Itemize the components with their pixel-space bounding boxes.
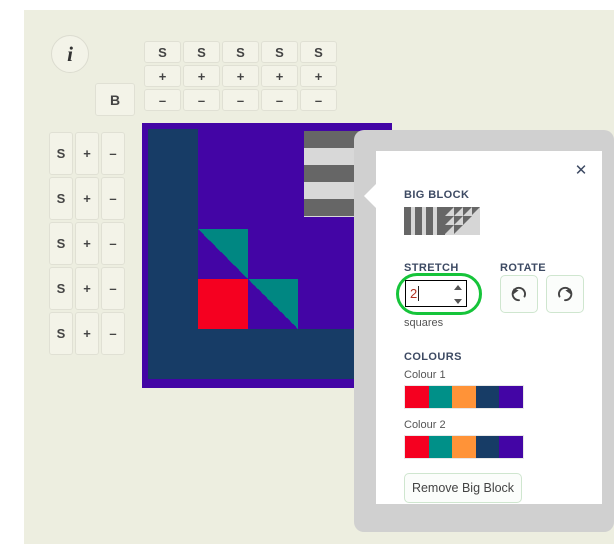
row-add-button-4[interactable]: + — [75, 312, 99, 355]
column-remove-button-0[interactable]: – — [144, 89, 181, 111]
grid-cell[interactable] — [248, 329, 298, 379]
stretch-input-value: 2 — [410, 286, 418, 301]
column-add-button-2[interactable]: + — [222, 65, 259, 87]
column-control-group-3: S + – — [261, 41, 298, 111]
column-select-button-1[interactable]: S — [183, 41, 220, 63]
column-control-group-4: S + – — [300, 41, 337, 111]
column-control-group-0: S + – — [144, 41, 181, 111]
column-select-button-4[interactable]: S — [300, 41, 337, 63]
colour2-swatches[interactable] — [404, 435, 524, 459]
close-icon[interactable]: ✕ — [572, 161, 590, 179]
column-select-button-2[interactable]: S — [222, 41, 259, 63]
grid-cell[interactable] — [148, 279, 198, 329]
pattern-grid[interactable] — [148, 129, 398, 382]
column-add-button-0[interactable]: + — [144, 65, 181, 87]
remove-big-block-label: Remove Big Block — [411, 481, 515, 495]
spinner-down-icon[interactable] — [453, 299, 462, 304]
row-remove-button-4[interactable]: – — [101, 312, 125, 355]
row-select-button-2[interactable]: S — [49, 222, 73, 265]
column-select-button-0[interactable]: S — [144, 41, 181, 63]
column-remove-button-1[interactable]: – — [183, 89, 220, 111]
colour1-label: Colour 1 — [404, 369, 446, 381]
colour1-swatch-0[interactable] — [405, 386, 429, 408]
row-add-button-1[interactable]: + — [75, 177, 99, 220]
colour2-swatch-2[interactable] — [452, 436, 476, 458]
big-block-button-label: B — [109, 91, 121, 108]
add-big-block-button[interactable]: B — [95, 83, 135, 116]
grid-cell[interactable] — [198, 279, 248, 329]
row-select-button-3[interactable]: S — [49, 267, 73, 310]
column-add-button-4[interactable]: + — [300, 65, 337, 87]
spinner-up-icon[interactable] — [453, 285, 462, 290]
row-add-button-0[interactable]: + — [75, 132, 99, 175]
row-select-button-0[interactable]: S — [49, 132, 73, 175]
colour1-swatches[interactable] — [404, 385, 524, 409]
column-remove-button-4[interactable]: – — [300, 89, 337, 111]
grid-cell-triangle[interactable] — [248, 279, 298, 329]
colours-section-title: COLOURS — [404, 351, 462, 363]
row-add-button-2[interactable]: + — [75, 222, 99, 265]
colour1-swatch-1[interactable] — [428, 386, 453, 408]
column-controls: S + – S + – S + – S + – S + – — [144, 41, 337, 111]
colour2-swatch-0[interactable] — [405, 436, 429, 458]
row-control-group-1: S + – — [49, 177, 125, 220]
column-add-button-1[interactable]: + — [183, 65, 220, 87]
colour2-swatch-3[interactable] — [475, 436, 500, 458]
rotate-clockwise-button[interactable] — [546, 275, 584, 313]
row-add-button-3[interactable]: + — [75, 267, 99, 310]
column-control-group-1: S + – — [183, 41, 220, 111]
column-remove-button-2[interactable]: – — [222, 89, 259, 111]
grid-cell[interactable] — [148, 229, 198, 279]
grid-cell[interactable] — [148, 179, 198, 229]
row-control-group-4: S + – — [49, 312, 125, 355]
colour1-swatch-3[interactable] — [475, 386, 500, 408]
row-select-button-1[interactable]: S — [49, 177, 73, 220]
info-icon: i — [67, 41, 73, 66]
row-control-group-0: S + – — [49, 132, 125, 175]
stretch-spinner[interactable] — [453, 285, 462, 304]
colour2-swatch-1[interactable] — [428, 436, 453, 458]
row-select-button-4[interactable]: S — [49, 312, 73, 355]
colour1-swatch-4[interactable] — [499, 386, 523, 408]
column-remove-button-3[interactable]: – — [261, 89, 298, 111]
big-block-settings-panel: ✕ BIG BLOCK STRETCH ROTATE 2 squares COL… — [376, 151, 602, 504]
row-control-group-3: S + – — [49, 267, 125, 310]
panel-title: BIG BLOCK — [404, 189, 470, 201]
grid-cell[interactable] — [148, 329, 198, 379]
stretch-input[interactable]: 2 — [405, 280, 467, 307]
info-button[interactable]: i — [51, 35, 89, 73]
column-select-button-3[interactable]: S — [261, 41, 298, 63]
row-controls: S + – S + – S + – S + – S + – — [49, 132, 125, 355]
colour2-swatch-4[interactable] — [499, 436, 523, 458]
rotate-counterclockwise-button[interactable] — [500, 275, 538, 313]
grid-cell[interactable] — [298, 329, 348, 379]
row-control-group-2: S + – — [49, 222, 125, 265]
grid-cell[interactable] — [148, 129, 198, 179]
row-remove-button-0[interactable]: – — [101, 132, 125, 175]
text-caret — [418, 286, 420, 301]
stretch-unit-label: squares — [404, 317, 444, 329]
big-block-preview-icon — [404, 207, 480, 241]
column-add-button-3[interactable]: + — [261, 65, 298, 87]
rotate-ccw-icon — [511, 286, 526, 302]
row-remove-button-1[interactable]: – — [101, 177, 125, 220]
row-remove-button-3[interactable]: – — [101, 267, 125, 310]
grid-cell[interactable] — [198, 329, 248, 379]
app-root: i B S + – S + – S + – S + – S + – S + – S + – S + – S + – S + – ✕ BI… — [24, 10, 614, 544]
remove-big-block-button[interactable]: Remove Big Block — [404, 473, 522, 503]
colour2-label: Colour 2 — [404, 419, 446, 431]
grid-cell-triangle[interactable] — [198, 229, 248, 279]
column-control-group-2: S + – — [222, 41, 259, 111]
rotate-cw-icon — [558, 286, 573, 302]
row-remove-button-2[interactable]: – — [101, 222, 125, 265]
rotate-label: ROTATE — [500, 262, 546, 274]
colour1-swatch-2[interactable] — [452, 386, 476, 408]
